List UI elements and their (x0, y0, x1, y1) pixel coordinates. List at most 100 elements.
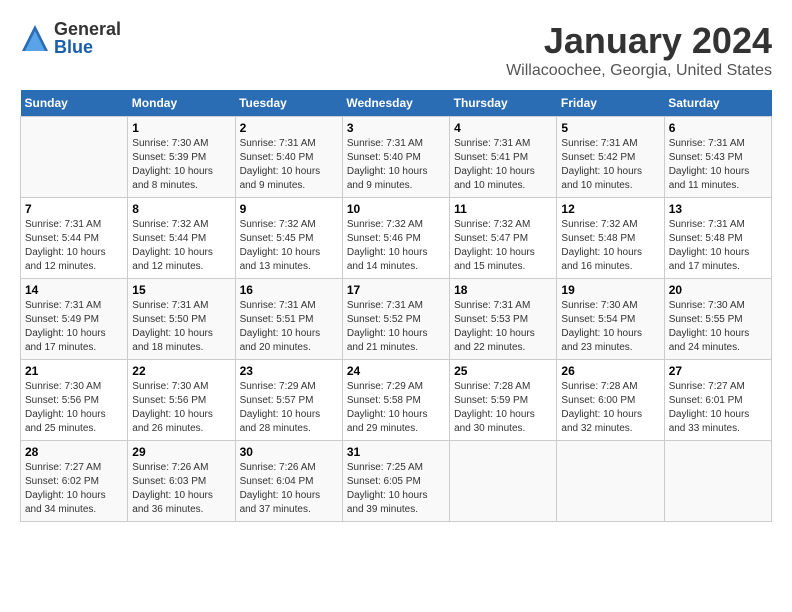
day-info: Sunrise: 7:28 AM Sunset: 5:59 PM Dayligh… (454, 380, 552, 436)
day-info: Sunrise: 7:31 AM Sunset: 5:40 PM Dayligh… (240, 137, 338, 193)
day-info: Sunrise: 7:32 AM Sunset: 5:44 PM Dayligh… (132, 218, 230, 274)
calendar-cell: 15 Sunrise: 7:31 AM Sunset: 5:50 PM Dayli… (128, 279, 235, 360)
day-info: Sunrise: 7:31 AM Sunset: 5:43 PM Dayligh… (669, 137, 767, 193)
day-info: Sunrise: 7:31 AM Sunset: 5:42 PM Dayligh… (561, 137, 659, 193)
day-info: Sunrise: 7:30 AM Sunset: 5:56 PM Dayligh… (132, 380, 230, 436)
day-info: Sunrise: 7:30 AM Sunset: 5:55 PM Dayligh… (669, 299, 767, 355)
day-info: Sunrise: 7:31 AM Sunset: 5:52 PM Dayligh… (347, 299, 445, 355)
day-info: Sunrise: 7:29 AM Sunset: 5:57 PM Dayligh… (240, 380, 338, 436)
day-info: Sunrise: 7:26 AM Sunset: 6:03 PM Dayligh… (132, 461, 230, 517)
day-number: 22 (132, 364, 230, 378)
calendar-cell: 1Sunrise: 7:30 AM Sunset: 5:39 PM Daylig… (128, 117, 235, 198)
calendar-cell: 24 Sunrise: 7:29 AM Sunset: 5:58 PM Dayli… (342, 360, 449, 441)
location-title: Willacoochee, Georgia, United States (506, 62, 772, 80)
day-number: 16 (240, 283, 338, 297)
day-info: Sunrise: 7:31 AM Sunset: 5:49 PM Dayligh… (25, 299, 123, 355)
day-number: 25 (454, 364, 552, 378)
title-section: January 2024 Willacoochee, Georgia, Unit… (506, 20, 772, 80)
day-number: 24 (347, 364, 445, 378)
calendar-week-5: 28 Sunrise: 7:27 AM Sunset: 6:02 PM Dayli… (21, 441, 772, 522)
day-number: 7 (25, 202, 123, 216)
day-info: Sunrise: 7:31 AM Sunset: 5:51 PM Dayligh… (240, 299, 338, 355)
day-number: 19 (561, 283, 659, 297)
weekday-header-wednesday: Wednesday (342, 90, 449, 117)
day-info: Sunrise: 7:32 AM Sunset: 5:48 PM Dayligh… (561, 218, 659, 274)
day-number: 13 (669, 202, 767, 216)
calendar-cell: 5Sunrise: 7:31 AM Sunset: 5:42 PM Daylig… (557, 117, 664, 198)
calendar-cell: 27 Sunrise: 7:27 AM Sunset: 6:01 PM Dayli… (664, 360, 771, 441)
calendar-table: SundayMondayTuesdayWednesdayThursdayFrid… (20, 90, 772, 522)
calendar-cell: 10 Sunrise: 7:32 AM Sunset: 5:46 PM Dayli… (342, 198, 449, 279)
calendar-cell: 30 Sunrise: 7:26 AM Sunset: 6:04 PM Dayli… (235, 441, 342, 522)
calendar-cell: 20 Sunrise: 7:30 AM Sunset: 5:55 PM Dayli… (664, 279, 771, 360)
calendar-week-2: 7 Sunrise: 7:31 AM Sunset: 5:44 PM Daylig… (21, 198, 772, 279)
calendar-body: 1Sunrise: 7:30 AM Sunset: 5:39 PM Daylig… (21, 117, 772, 522)
logo-icon (20, 23, 50, 53)
calendar-cell: 7 Sunrise: 7:31 AM Sunset: 5:44 PM Daylig… (21, 198, 128, 279)
calendar-cell: 4Sunrise: 7:31 AM Sunset: 5:41 PM Daylig… (450, 117, 557, 198)
day-number: 30 (240, 445, 338, 459)
day-number: 21 (25, 364, 123, 378)
weekday-header-sunday: Sunday (21, 90, 128, 117)
day-number: 9 (240, 202, 338, 216)
calendar-cell: 13 Sunrise: 7:31 AM Sunset: 5:48 PM Dayli… (664, 198, 771, 279)
month-title: January 2024 (506, 20, 772, 62)
day-number: 18 (454, 283, 552, 297)
calendar-cell: 12 Sunrise: 7:32 AM Sunset: 5:48 PM Dayli… (557, 198, 664, 279)
calendar-cell: 3Sunrise: 7:31 AM Sunset: 5:40 PM Daylig… (342, 117, 449, 198)
day-number: 15 (132, 283, 230, 297)
day-info: Sunrise: 7:32 AM Sunset: 5:46 PM Dayligh… (347, 218, 445, 274)
calendar-cell: 19 Sunrise: 7:30 AM Sunset: 5:54 PM Dayli… (557, 279, 664, 360)
day-number: 17 (347, 283, 445, 297)
logo-general-text: General (54, 20, 121, 38)
calendar-cell: 22 Sunrise: 7:30 AM Sunset: 5:56 PM Dayli… (128, 360, 235, 441)
day-number: 10 (347, 202, 445, 216)
day-number: 12 (561, 202, 659, 216)
day-number: 23 (240, 364, 338, 378)
calendar-week-4: 21 Sunrise: 7:30 AM Sunset: 5:56 PM Dayli… (21, 360, 772, 441)
calendar-cell: 23 Sunrise: 7:29 AM Sunset: 5:57 PM Dayli… (235, 360, 342, 441)
calendar-cell: 8Sunrise: 7:32 AM Sunset: 5:44 PM Daylig… (128, 198, 235, 279)
weekday-header-tuesday: Tuesday (235, 90, 342, 117)
day-info: Sunrise: 7:26 AM Sunset: 6:04 PM Dayligh… (240, 461, 338, 517)
day-number: 6 (669, 121, 767, 135)
weekday-header-friday: Friday (557, 90, 664, 117)
calendar-cell: 2Sunrise: 7:31 AM Sunset: 5:40 PM Daylig… (235, 117, 342, 198)
calendar-cell: 18 Sunrise: 7:31 AM Sunset: 5:53 PM Dayli… (450, 279, 557, 360)
day-number: 14 (25, 283, 123, 297)
calendar-cell (450, 441, 557, 522)
calendar-cell: 14 Sunrise: 7:31 AM Sunset: 5:49 PM Dayli… (21, 279, 128, 360)
calendar-week-1: 1Sunrise: 7:30 AM Sunset: 5:39 PM Daylig… (21, 117, 772, 198)
day-number: 11 (454, 202, 552, 216)
day-info: Sunrise: 7:31 AM Sunset: 5:44 PM Dayligh… (25, 218, 123, 274)
weekday-header-thursday: Thursday (450, 90, 557, 117)
day-info: Sunrise: 7:31 AM Sunset: 5:48 PM Dayligh… (669, 218, 767, 274)
day-info: Sunrise: 7:31 AM Sunset: 5:50 PM Dayligh… (132, 299, 230, 355)
day-info: Sunrise: 7:31 AM Sunset: 5:53 PM Dayligh… (454, 299, 552, 355)
calendar-cell: 16 Sunrise: 7:31 AM Sunset: 5:51 PM Dayli… (235, 279, 342, 360)
day-info: Sunrise: 7:31 AM Sunset: 5:40 PM Dayligh… (347, 137, 445, 193)
calendar-cell: 17 Sunrise: 7:31 AM Sunset: 5:52 PM Dayli… (342, 279, 449, 360)
weekday-header-row: SundayMondayTuesdayWednesdayThursdayFrid… (21, 90, 772, 117)
day-number: 28 (25, 445, 123, 459)
day-number: 20 (669, 283, 767, 297)
calendar-cell: 28 Sunrise: 7:27 AM Sunset: 6:02 PM Dayli… (21, 441, 128, 522)
day-info: Sunrise: 7:30 AM Sunset: 5:54 PM Dayligh… (561, 299, 659, 355)
weekday-header-monday: Monday (128, 90, 235, 117)
day-info: Sunrise: 7:27 AM Sunset: 6:01 PM Dayligh… (669, 380, 767, 436)
header: General Blue January 2024 Willacoochee, … (20, 20, 772, 80)
calendar-week-3: 14 Sunrise: 7:31 AM Sunset: 5:49 PM Dayli… (21, 279, 772, 360)
day-info: Sunrise: 7:29 AM Sunset: 5:58 PM Dayligh… (347, 380, 445, 436)
day-info: Sunrise: 7:30 AM Sunset: 5:39 PM Dayligh… (132, 137, 230, 193)
day-number: 27 (669, 364, 767, 378)
day-number: 31 (347, 445, 445, 459)
calendar-cell (664, 441, 771, 522)
weekday-header-saturday: Saturday (664, 90, 771, 117)
logo: General Blue (20, 20, 121, 56)
logo-text: General Blue (54, 20, 121, 56)
calendar-cell (21, 117, 128, 198)
day-info: Sunrise: 7:27 AM Sunset: 6:02 PM Dayligh… (25, 461, 123, 517)
calendar-cell: 25 Sunrise: 7:28 AM Sunset: 5:59 PM Dayli… (450, 360, 557, 441)
calendar-cell: 29Sunrise: 7:26 AM Sunset: 6:03 PM Dayli… (128, 441, 235, 522)
day-info: Sunrise: 7:25 AM Sunset: 6:05 PM Dayligh… (347, 461, 445, 517)
